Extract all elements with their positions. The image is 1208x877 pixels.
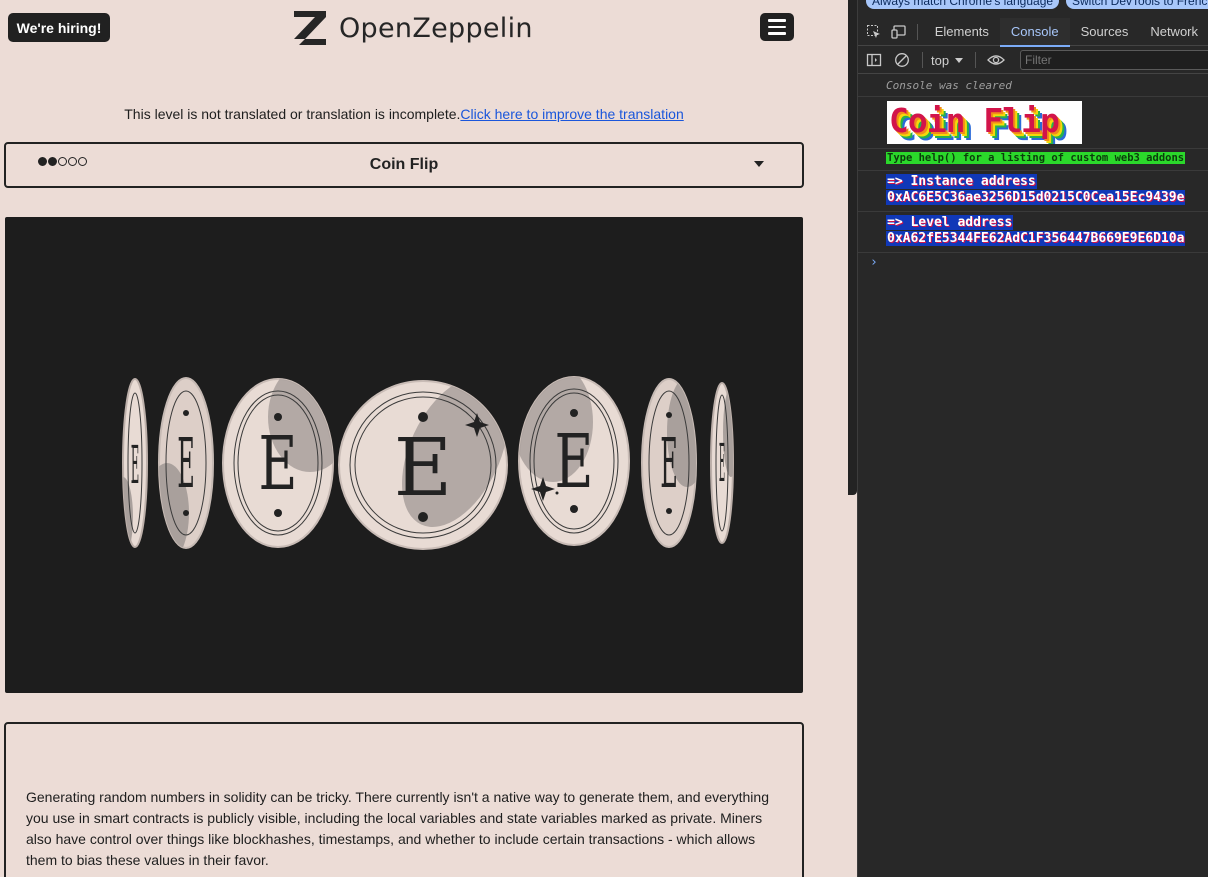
translation-notice: This level is not translated or translat…: [0, 106, 808, 122]
clear-console-icon[interactable]: [888, 46, 916, 74]
coin-icon: E: [122, 378, 148, 548]
coin-icon: E: [518, 376, 630, 546]
hamburger-menu-button[interactable]: [760, 13, 794, 41]
context-value: top: [931, 52, 950, 68]
device-toolbar-icon[interactable]: [886, 18, 910, 46]
console-cleared-message: Console was cleared: [886, 79, 1012, 92]
openzeppelin-logo[interactable]: OpenZeppelin: [293, 9, 533, 47]
divider: [858, 252, 1208, 253]
devtools-panel: Always match Chrome's language Switch De…: [857, 0, 1208, 877]
language-infobar: Always match Chrome's language Switch De…: [858, 0, 1208, 13]
instance-address-log: => Instance address 0xAC6E5C36ae3256D15d…: [886, 174, 1186, 206]
eye-icon[interactable]: [982, 46, 1010, 74]
inspect-element-icon[interactable]: [862, 18, 886, 46]
svg-text:E: E: [259, 421, 298, 507]
sidebar-toggle-icon[interactable]: [860, 46, 888, 74]
devtools-resize-handle[interactable]: [848, 0, 857, 495]
svg-text:E: E: [394, 421, 452, 514]
level-description: Generating random numbers in solidity ca…: [26, 789, 769, 868]
zeppelin-z-icon: [294, 11, 326, 45]
coin-sequence-illustration: E E E E E E E: [122, 376, 734, 550]
svg-text:E: E: [131, 435, 139, 496]
coin-flip-hero-image: E E E E E E E: [5, 217, 803, 693]
level-selector[interactable]: Coin Flip: [4, 142, 804, 188]
match-chrome-language-button[interactable]: Always match Chrome's language: [866, 0, 1060, 9]
divider: [975, 52, 977, 68]
tab-elements[interactable]: Elements: [924, 18, 1000, 46]
divider: [858, 170, 1208, 171]
coin-flip-banner: Coin Flip: [887, 101, 1082, 144]
svg-text:E: E: [555, 419, 594, 505]
level-title: Coin Flip: [369, 156, 439, 173]
context-selector[interactable]: top: [931, 52, 964, 68]
tab-network[interactable]: Network: [1139, 18, 1208, 46]
coin-icon: E: [222, 378, 334, 548]
tab-sources[interactable]: Sources: [1070, 18, 1140, 46]
svg-text:E: E: [177, 426, 194, 505]
svg-text:E: E: [660, 426, 677, 505]
console-prompt-chevron-icon[interactable]: ›: [870, 255, 878, 270]
improve-translation-link[interactable]: Click here to improve the translation: [460, 106, 683, 122]
menu-line-icon: [768, 32, 786, 35]
switch-devtools-language-button[interactable]: Switch DevTools to French: [1066, 0, 1208, 9]
level-description-panel: Generating random numbers in solidity ca…: [4, 722, 804, 877]
banner-text: Coin Flip: [889, 101, 1060, 140]
level-address-log: => Level address 0xA62fE5344FE62AdC1F356…: [886, 215, 1186, 247]
level-address-value[interactable]: 0xA62fE5344FE62AdC1F356447B669E9E6D10a: [886, 231, 1186, 246]
svg-text:E: E: [719, 432, 725, 493]
page: We're hiring! OpenZeppelin This level is…: [0, 0, 848, 877]
divider: [922, 52, 923, 68]
coin-icon: E: [710, 382, 734, 544]
instance-address-label: => Instance address: [886, 174, 1037, 189]
notice-text: This level is not translated or translat…: [124, 106, 461, 122]
instance-address-value[interactable]: 0xAC6E5C36ae3256D15d0215C0Cea15Ec9439e: [886, 190, 1186, 205]
coin-icon: E: [158, 377, 214, 549]
tab-console[interactable]: Console: [999, 17, 1070, 47]
coin-icon: E: [338, 380, 508, 550]
help-message: Type help() for a listing of custom web3…: [886, 152, 1186, 164]
divider: [916, 23, 918, 40]
menu-line-icon: [768, 25, 786, 29]
divider: [858, 96, 1208, 97]
divider: [858, 211, 1208, 212]
caret-down-icon[interactable]: [754, 161, 764, 167]
console-filter-input[interactable]: [1020, 50, 1208, 70]
level-address-label: => Level address: [886, 215, 1014, 230]
menu-line-icon: [768, 19, 786, 22]
coin-icon: E: [641, 378, 697, 548]
console-output: Console was cleared Coin Flip Type help(…: [858, 75, 1208, 877]
devtools-tabbar: Elements Console Sources Network: [858, 17, 1208, 47]
divider: [858, 148, 1208, 149]
hiring-button[interactable]: We're hiring!: [8, 13, 110, 42]
caret-down-icon: [955, 57, 964, 63]
console-toolbar: top: [858, 47, 1208, 74]
logo-text: OpenZeppelin: [339, 12, 533, 44]
